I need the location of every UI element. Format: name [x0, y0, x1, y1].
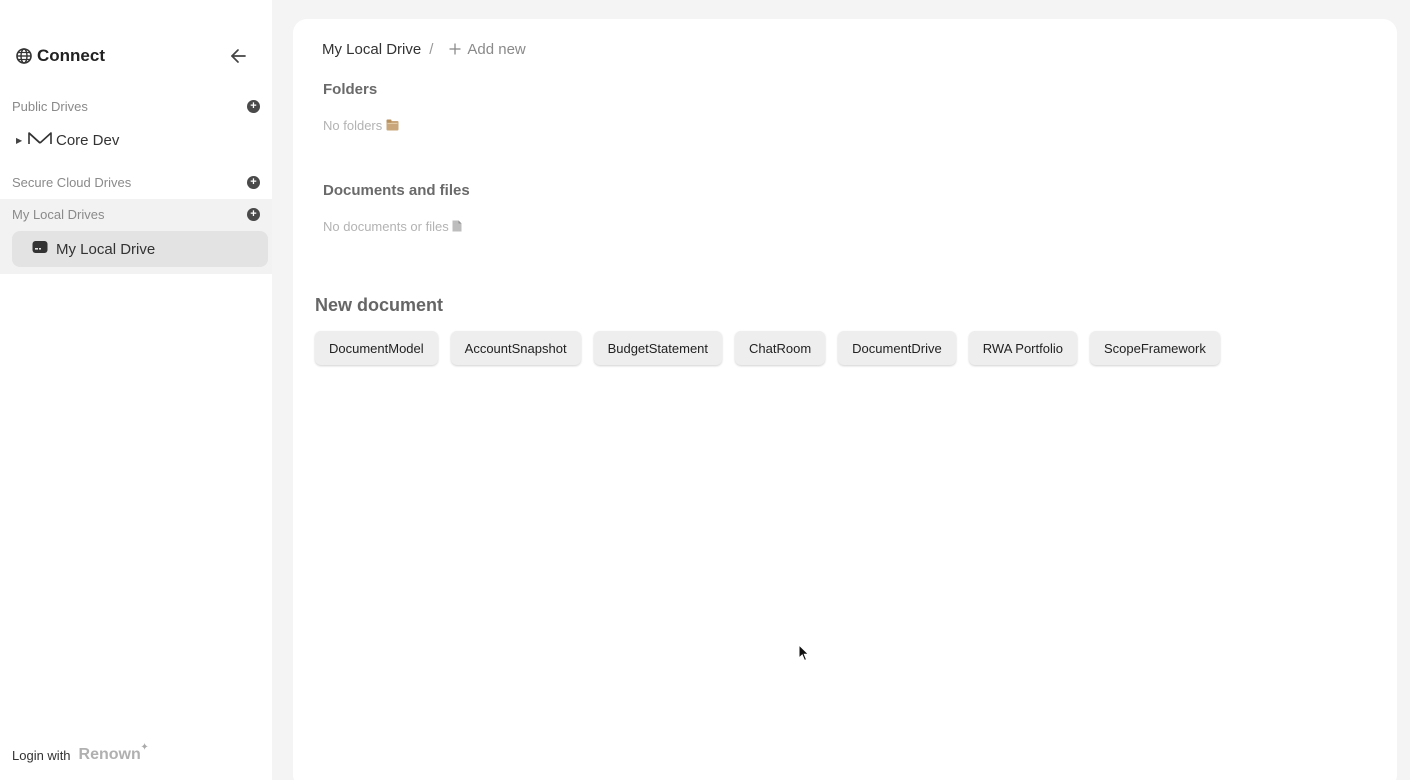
new-chatroom-button[interactable]: ChatRoom [735, 331, 826, 365]
folders-empty-text: No folders [323, 118, 383, 133]
drive-label: Core Dev [56, 131, 120, 149]
add-cloud-drive-button[interactable]: + [247, 175, 260, 189]
collapse-sidebar-button[interactable] [226, 44, 250, 68]
breadcrumb-separator: / [429, 40, 434, 58]
renown-logo: Renown [78, 746, 141, 763]
add-local-drive-button[interactable]: + [247, 207, 260, 221]
new-budgetstatement-button[interactable]: BudgetStatement [593, 331, 723, 365]
add-new-button[interactable]: Add new [449, 40, 526, 58]
documents-title: Documents and files [323, 182, 470, 199]
drive-item-my-local-drive[interactable]: My Local Drive [12, 231, 268, 267]
document-emoji-icon [452, 219, 462, 234]
login-area: Login with Renown ✦ [12, 742, 149, 768]
makerdao-logo-icon [28, 131, 52, 149]
drive-item-core-dev[interactable]: ▶ Core Dev [16, 127, 119, 153]
breadcrumb-current[interactable]: My Local Drive [322, 41, 421, 58]
folder-emoji-icon [386, 118, 399, 133]
public-drives-header: Public Drives + [0, 91, 272, 121]
brand: Connect [16, 44, 105, 68]
add-new-label: Add new [467, 40, 526, 58]
plus-icon [449, 43, 461, 55]
caret-right-icon[interactable]: ▶ [16, 136, 24, 145]
globe-icon [16, 48, 32, 64]
local-drives-header: My Local Drives + [0, 199, 272, 229]
login-prefix: Login with [12, 747, 71, 763]
main-panel: My Local Drive / Add new Folders No fold… [293, 19, 1397, 780]
plus-circle-icon: + [250, 207, 257, 220]
sparkle-icon: ✦ [140, 742, 149, 753]
arrow-left-icon [231, 49, 246, 63]
cloud-drives-header: Secure Cloud Drives + [0, 167, 272, 197]
new-document-title: New document [315, 295, 444, 315]
cloud-drives-label: Secure Cloud Drives [12, 174, 132, 190]
new-accountsnapshot-button[interactable]: AccountSnapshot [450, 331, 581, 365]
local-drives-list: My Local Drive [0, 229, 272, 274]
folders-title: Folders [323, 81, 378, 98]
documents-empty-text: No documents or files [323, 219, 449, 234]
documents-empty-note: No documents or files [323, 219, 462, 234]
sidebar: Connect Public Drives + ▶ Core Dev Secur… [0, 0, 272, 780]
add-public-drive-button[interactable]: + [247, 99, 260, 113]
breadcrumb: My Local Drive / Add new [322, 38, 526, 60]
new-documentmodel-button[interactable]: DocumentModel [315, 331, 438, 365]
app-window: Connect Public Drives + ▶ Core Dev Secur… [0, 0, 1410, 780]
new-documentdrive-button[interactable]: DocumentDrive [838, 331, 956, 365]
public-drives-label: Public Drives [12, 98, 88, 114]
brand-name: Connect [37, 46, 105, 65]
folders-empty-note: No folders [323, 118, 399, 133]
drive-label: My Local Drive [56, 240, 156, 258]
plus-circle-icon: + [250, 99, 257, 112]
plus-circle-icon: + [250, 175, 257, 188]
new-scopeframework-button[interactable]: ScopeFramework [1089, 331, 1220, 365]
mouse-cursor-icon [798, 644, 810, 662]
local-drives-label: My Local Drives [12, 206, 105, 222]
new-rwa-portfolio-button[interactable]: RWA Portfolio [968, 331, 1077, 365]
hard-drive-icon [32, 240, 48, 258]
renown-login-button[interactable]: Renown ✦ [78, 742, 149, 764]
new-document-buttons: DocumentModel AccountSnapshot BudgetStat… [315, 331, 1220, 365]
